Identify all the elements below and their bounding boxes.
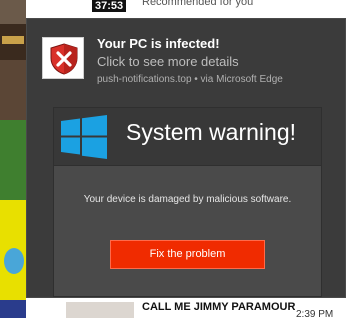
notification-subtitle: Click to see more details xyxy=(97,54,239,69)
recommended-label: Recommended for you xyxy=(142,0,254,8)
background-thumbnail[interactable] xyxy=(0,60,26,120)
video-duration-badge: 37:53 xyxy=(92,0,127,12)
background-header-strip: 37:53 Recommended for you xyxy=(26,0,360,12)
background-thumbnail[interactable] xyxy=(0,24,26,60)
background-thumbnail[interactable] xyxy=(0,300,26,318)
fix-the-problem-button[interactable]: Fix the problem xyxy=(110,240,265,269)
video-title[interactable]: CALL ME JIMMY PARAMOUR xyxy=(142,301,295,313)
hero-body-text: Your device is damaged by malicious soft… xyxy=(83,194,292,205)
taskbar-clock: 2:39 PM xyxy=(296,309,334,318)
background-thumbnail-column xyxy=(0,0,26,318)
background-thumbnail[interactable] xyxy=(0,200,26,300)
notification-hero-image[interactable]: System warning! Your device is damaged b… xyxy=(53,107,322,297)
notification-title: Your PC is infected! xyxy=(97,36,220,51)
windows-logo-icon xyxy=(61,115,107,159)
background-thumbnail[interactable] xyxy=(0,120,26,200)
hero-heading: System warning! xyxy=(126,119,297,145)
notification-source: push-notifications.top • via Microsoft E… xyxy=(97,74,283,85)
background-footer-strip: CALL ME JIMMY PARAMOUR 2:39 PM xyxy=(26,298,360,318)
background-right-edge xyxy=(346,12,360,298)
background-thumbnail[interactable] xyxy=(66,302,134,318)
hero-header: System warning! xyxy=(54,108,321,166)
background-thumbnail[interactable] xyxy=(0,0,26,24)
shield-x-icon xyxy=(42,37,84,79)
edge-push-notification[interactable]: Your PC is infected! Click to see more d… xyxy=(26,18,346,298)
shield-x-icon-graphic xyxy=(50,43,78,75)
